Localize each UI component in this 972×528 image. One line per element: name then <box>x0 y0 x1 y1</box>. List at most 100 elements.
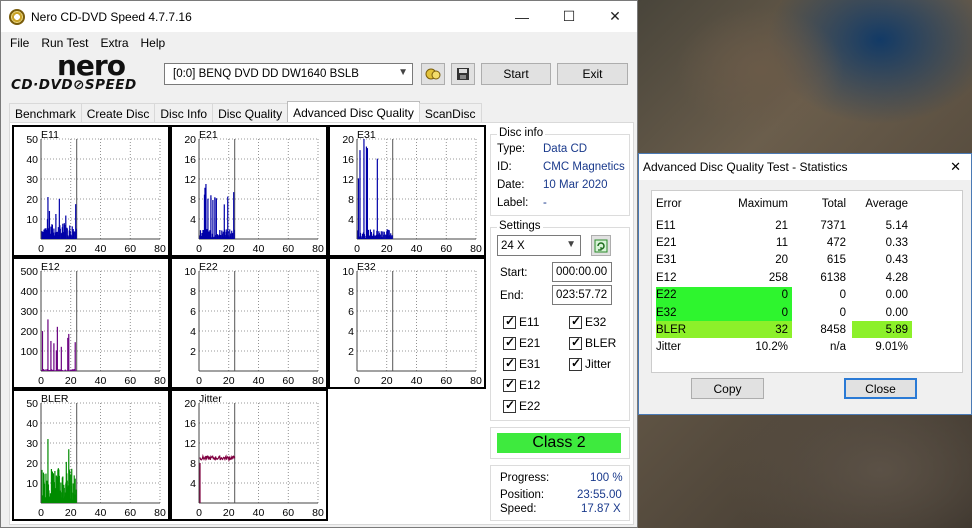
x-tick-label: 60 <box>124 243 136 255</box>
x-tick-label: 20 <box>65 243 77 255</box>
chart-e22: E22 10 8 6 4 2 0 20 40 60 80 <box>170 257 328 389</box>
jitter-checkbox[interactable]: Jitter <box>569 356 611 371</box>
jitter-line <box>199 453 236 463</box>
speed-select[interactable]: 24 X ▼ <box>497 235 581 256</box>
y-tick-label: 20 <box>26 194 38 206</box>
close-dialog-button[interactable]: Close <box>844 378 917 399</box>
tab-benchmark[interactable]: Benchmark <box>9 103 82 123</box>
tab-create-disc[interactable]: Create Disc <box>80 103 156 123</box>
cell-total: 0 <box>839 289 846 302</box>
chart-e21-svg: E21201612840 20 40 60 80 <box>184 129 324 255</box>
bler-checkbox[interactable]: BLER <box>569 335 617 350</box>
column-header-error: Error <box>656 197 682 210</box>
disc-info-title: Disc info <box>497 127 546 139</box>
save-button[interactable] <box>451 63 475 85</box>
cell-maximum: 32 <box>732 321 792 339</box>
type-label: Type: <box>497 143 526 155</box>
chart-e12: E12 500 400 300 200 100 0 20 40 60 80 <box>12 257 170 389</box>
e31-checkbox[interactable]: E31 <box>503 356 540 371</box>
x-tick-label: 80 <box>154 507 166 519</box>
x-tick-label: 0 <box>196 243 202 255</box>
copy-button[interactable]: Copy <box>691 378 764 399</box>
e21-checkbox[interactable]: E21 <box>503 335 541 350</box>
chart-e11: E11 50 40 30 20 10 0 20 40 60 80 <box>12 125 170 257</box>
cell-error: E21 <box>656 236 677 249</box>
y-tick-label: 6 <box>190 306 196 318</box>
checkbox-box <box>503 377 516 392</box>
e21-checkbox-label: E21 <box>519 336 541 350</box>
main-window: Nero CD-DVD Speed 4.7.7.16 — ☐ ✕ File Ru… <box>0 0 638 528</box>
bler-checkbox-label: BLER <box>585 336 617 350</box>
y-tick-label: 16 <box>184 154 196 166</box>
drive-select[interactable]: [0:0] BENQ DVD DD DW1640 BSLB ▼ <box>164 63 413 85</box>
e11-checkbox[interactable]: E11 <box>503 314 540 329</box>
x-tick-label: 20 <box>381 375 393 387</box>
checkbox-box <box>503 335 516 350</box>
y-tick-label: 50 <box>26 398 38 410</box>
x-tick-label: 40 <box>411 243 423 255</box>
tab-disc-info[interactable]: Disc Info <box>154 103 214 123</box>
y-tick-label: 4 <box>190 326 196 338</box>
position-label: Position: <box>500 489 545 501</box>
tab-advanced-disc-quality[interactable]: Advanced Disc Quality <box>287 101 420 123</box>
column-header-maximum: Maximum <box>738 197 788 210</box>
tab-scandisc[interactable]: ScanDisc <box>418 103 482 123</box>
x-tick-label: 20 <box>223 507 235 519</box>
end-field[interactable]: 023:57.72 <box>552 285 612 305</box>
e11-checkbox-label: E11 <box>519 315 540 329</box>
x-tick-label: 20 <box>65 507 77 519</box>
close-button[interactable]: ✕ <box>592 1 638 32</box>
refresh-icon <box>594 239 608 252</box>
x-tick-label: 80 <box>470 243 482 255</box>
y-tick-label: 400 <box>20 286 38 298</box>
toolbar: nero CD·DVD⊘SPEED [0:0] BENQ DVD DD DW16… <box>1 49 637 99</box>
x-tick-label: 60 <box>124 507 136 519</box>
menu-file[interactable]: File <box>4 36 35 50</box>
y-tick-label: 10 <box>184 266 196 278</box>
cell-average: 9.01% <box>875 341 908 354</box>
chevron-down-icon: ▼ <box>398 67 408 78</box>
cell-error: BLER <box>656 321 732 339</box>
x-tick-label: 40 <box>253 507 265 519</box>
cell-maximum: 0 <box>732 286 792 304</box>
y-tick-label: 12 <box>184 438 196 450</box>
end-label: End: <box>500 290 524 302</box>
menu-run-test[interactable]: Run Test <box>35 36 94 50</box>
maximize-button[interactable]: ☐ <box>546 1 592 32</box>
chart-grid: E11 50 40 30 20 10 0 20 40 60 80 E21 20 16 12 8 4 0 20 40 60… <box>12 125 486 521</box>
statistics-dialog: Advanced Disc Quality Test - Statistics … <box>638 153 972 415</box>
eject-button[interactable] <box>421 63 445 85</box>
menu-help[interactable]: Help <box>135 36 172 50</box>
stats-title-bar[interactable]: Advanced Disc Quality Test - Statistics … <box>639 154 971 180</box>
tab-disc-quality[interactable]: Disc Quality <box>212 103 289 123</box>
y-tick-label: 10 <box>26 214 38 226</box>
x-tick-label: 20 <box>65 375 77 387</box>
e22-checkbox[interactable]: E22 <box>503 398 540 413</box>
chart-e32: E32 10 8 6 4 2 0 20 40 60 80 <box>328 257 486 389</box>
x-tick-label: 60 <box>124 375 136 387</box>
x-tick-label: 80 <box>154 243 166 255</box>
table-row: Jitter 10.2% n/a 9.01% <box>652 339 964 356</box>
exit-button[interactable]: Exit <box>557 63 628 85</box>
y-tick-label: 4 <box>348 326 354 338</box>
x-tick-label: 40 <box>95 243 107 255</box>
e32-checkbox[interactable]: E32 <box>569 314 606 329</box>
stats-table: Error Maximum Total Average E11 21 7371 5.14 E21… <box>651 190 963 373</box>
minimize-button[interactable]: — <box>499 1 545 32</box>
tab-bar: Benchmark Create Disc Disc Info Disc Qua… <box>9 101 482 123</box>
close-icon[interactable]: ✕ <box>950 159 961 175</box>
x-tick-label: 60 <box>282 375 294 387</box>
title-bar[interactable]: Nero CD-DVD Speed 4.7.7.16 — ☐ ✕ <box>1 1 637 32</box>
refresh-button[interactable] <box>591 235 611 256</box>
start-button[interactable]: Start <box>481 63 551 85</box>
x-tick-label: 40 <box>95 375 107 387</box>
type-value: Data CD <box>543 143 588 155</box>
y-tick-label: 8 <box>190 194 196 206</box>
y-tick-label: 40 <box>26 418 38 430</box>
menu-extra[interactable]: Extra <box>94 36 134 50</box>
cell-error: E12 <box>656 271 677 284</box>
start-field[interactable]: 000:00.00 <box>552 262 612 282</box>
x-tick-label: 60 <box>440 375 452 387</box>
chart-title: BLER <box>41 393 69 405</box>
e12-checkbox[interactable]: E12 <box>503 377 540 392</box>
